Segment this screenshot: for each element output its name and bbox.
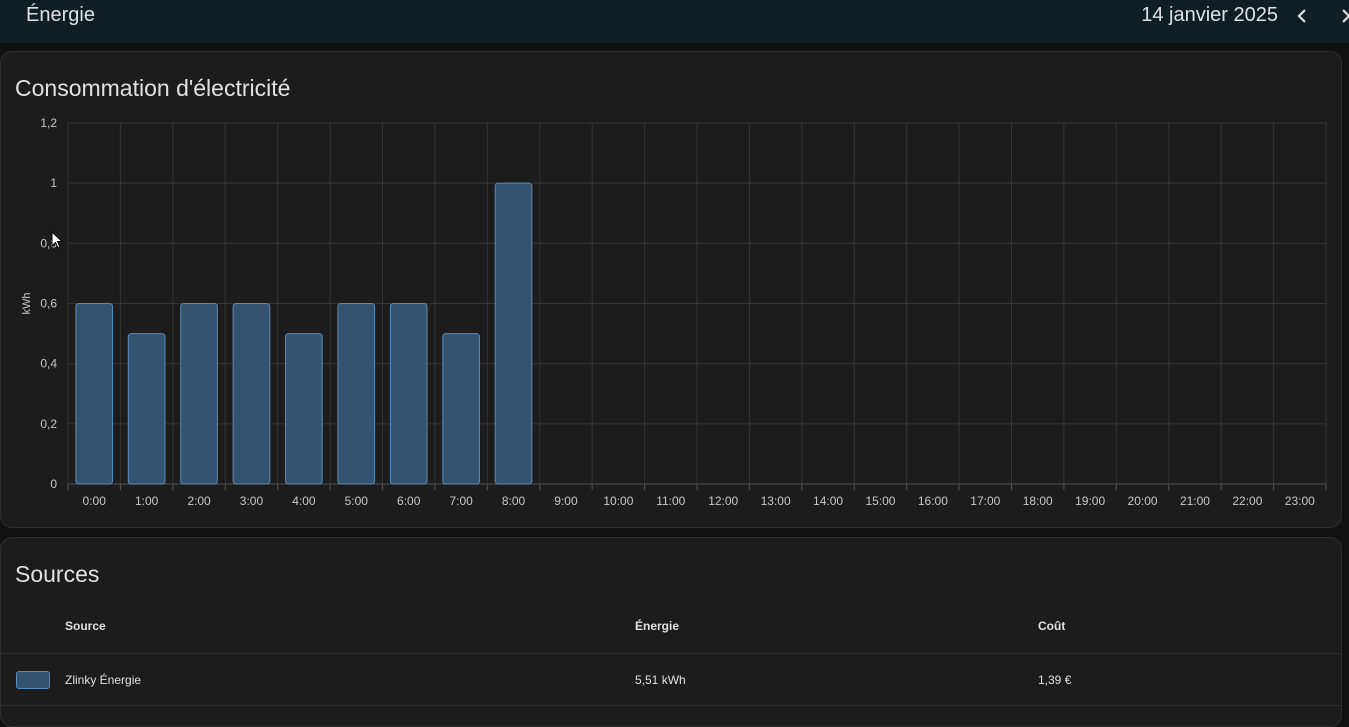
column-header-cost[interactable]: Coût bbox=[1038, 619, 1065, 633]
x-tick-label: 17:00 bbox=[970, 494, 1000, 508]
x-tick-label: 22:00 bbox=[1232, 494, 1262, 508]
sources-card: Sources Source Énergie Coût Zlinky Énerg… bbox=[0, 537, 1342, 727]
bar-0:00 bbox=[75, 303, 114, 485]
x-tick-label: 13:00 bbox=[761, 494, 791, 508]
source-cost: 1,39 € bbox=[1038, 673, 1072, 687]
date-label: 14 janvier 2025 bbox=[1141, 4, 1278, 26]
mouse-cursor-icon bbox=[51, 231, 64, 249]
bar-5:00 bbox=[337, 303, 376, 485]
table-divider bbox=[1, 653, 1342, 654]
source-color-swatch bbox=[16, 671, 50, 689]
x-tick-label: 19:00 bbox=[1075, 494, 1105, 508]
table-divider-bottom bbox=[1, 705, 1342, 706]
bar-8:00 bbox=[494, 182, 533, 485]
x-tick-label: 16:00 bbox=[918, 494, 948, 508]
bar-3:00 bbox=[232, 303, 271, 485]
column-header-energy[interactable]: Énergie bbox=[635, 619, 679, 633]
x-tick-label: 1:00 bbox=[135, 494, 159, 508]
x-tick-label: 6:00 bbox=[397, 494, 421, 508]
x-tick-label: 9:00 bbox=[554, 494, 578, 508]
y-tick-label: 1,2 bbox=[40, 116, 57, 130]
x-tick-label: 8:00 bbox=[502, 494, 526, 508]
y-tick-label: 0,6 bbox=[40, 297, 57, 311]
x-tick-label: 18:00 bbox=[1023, 494, 1053, 508]
x-tick-label: 0:00 bbox=[83, 494, 107, 508]
consumption-chart: 00,20,40,60,811,20:00 1:00 2:00 3:00 4:00 5:0… bbox=[21, 116, 1327, 508]
y-axis-label: kWh bbox=[21, 293, 33, 315]
source-name: Zlinky Énergie bbox=[65, 673, 142, 687]
source-energy: 5,51 kWh bbox=[635, 673, 686, 687]
column-header-source[interactable]: Source bbox=[65, 619, 106, 633]
y-tick-label: 1 bbox=[50, 176, 57, 190]
y-tick-label: 0 bbox=[50, 477, 57, 491]
x-tick-label: 3:00 bbox=[240, 494, 264, 508]
y-tick-label: 0,2 bbox=[40, 417, 57, 431]
x-tick-label: 20:00 bbox=[1128, 494, 1158, 508]
x-tick-label: 7:00 bbox=[449, 494, 473, 508]
bar-7:00 bbox=[442, 333, 480, 485]
x-tick-label: 23:00 bbox=[1285, 494, 1315, 508]
y-tick-label: 0,4 bbox=[40, 357, 57, 371]
x-tick-label: 11:00 bbox=[656, 494, 685, 508]
page-title: Énergie bbox=[26, 4, 95, 26]
bar-2:00 bbox=[180, 303, 218, 485]
x-tick-label: 15:00 bbox=[865, 494, 895, 508]
chevron-left-icon[interactable] bbox=[1290, 4, 1314, 28]
top-bar: Énergie 14 janvier 2025 bbox=[0, 0, 1349, 43]
bar-1:00 bbox=[127, 333, 166, 485]
bar-4:00 bbox=[285, 333, 323, 485]
x-tick-label: 12:00 bbox=[708, 494, 738, 508]
x-tick-label: 2:00 bbox=[187, 494, 211, 508]
x-tick-label: 4:00 bbox=[292, 494, 316, 508]
x-tick-label: 5:00 bbox=[345, 494, 369, 508]
x-tick-label: 21:00 bbox=[1180, 494, 1210, 508]
x-tick-label: 10:00 bbox=[603, 494, 633, 508]
bar-6:00 bbox=[389, 303, 428, 485]
consumption-card: Consommation d'électricité 0 0,2 0,4 0,6 0,8… bbox=[0, 51, 1342, 528]
x-tick-label: 14:00 bbox=[813, 494, 843, 508]
sources-title: Sources bbox=[15, 561, 100, 587]
close-icon[interactable] bbox=[1337, 4, 1349, 28]
